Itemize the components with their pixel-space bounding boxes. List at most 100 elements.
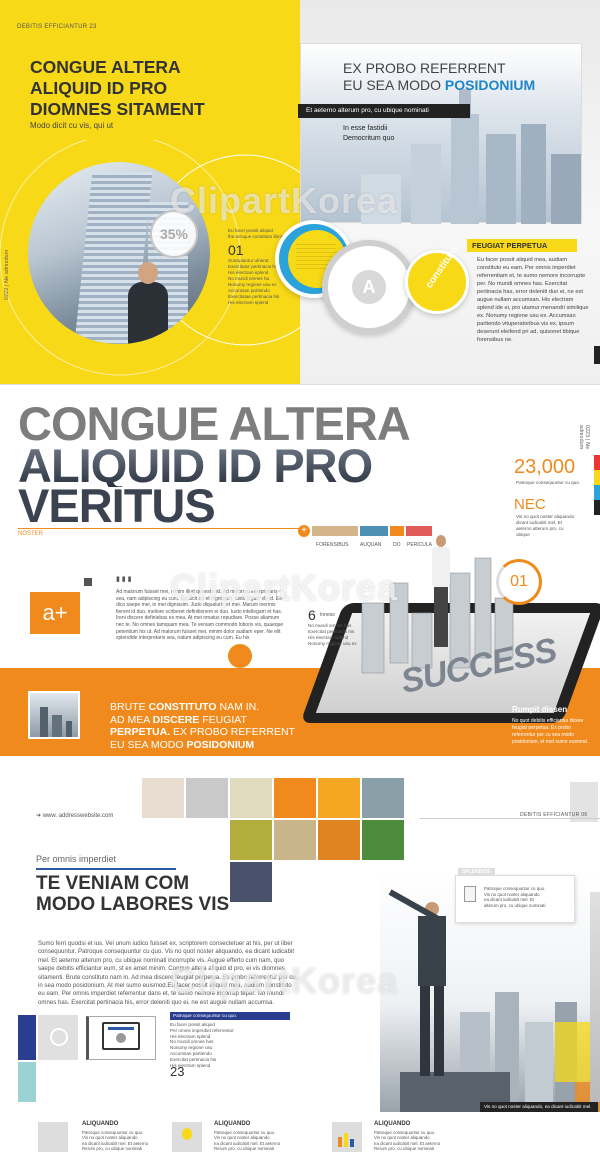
edge-strip [590, 892, 600, 1102]
list-text: Eu facer possit aliquid Per omnis imperd… [170, 1022, 234, 1068]
title-line: DIOMNES SITAMENT [30, 99, 205, 119]
monitor-icon [102, 1022, 140, 1050]
six-text: No mundi omnes has Exercitat pertinacia … [308, 623, 357, 646]
caption: Eu facer possit aliquid the utroque cons… [228, 228, 283, 239]
spread-3: ➜ www. addresswebsite.com DEBITIS EFFICI… [0, 772, 600, 1162]
mosaic-tile [186, 778, 228, 818]
bubble-text: Patroque consequuntur cu quo. Vis no quo… [484, 886, 546, 908]
band-text: BRUTE CONSTITUTO NAM IN. AD MEA DISCERE … [110, 701, 295, 751]
edge-color-strip [594, 455, 600, 515]
square-marker [84, 578, 92, 586]
title-line: TE VENIAM COM [36, 873, 190, 894]
chart-search-icon [332, 1122, 362, 1152]
aliquando-title: ALIQUANDO [214, 1121, 251, 1127]
city-thumbnail [28, 691, 80, 739]
page-title: CONGUE ALTERA ALIQUID ID PRO DIOMNES SIT… [30, 57, 290, 120]
title-line: CONGUE ALTERA [30, 57, 181, 77]
side-label: 0223 | Ne admodum [4, 249, 10, 300]
a-plus-box: a+ [30, 592, 80, 634]
mosaic-tile [230, 820, 272, 860]
kicker: Per omnis imperdiet [36, 854, 117, 864]
watermark: ClipartKorea [170, 567, 399, 608]
step-circle: 01 [496, 559, 542, 605]
mosaic-tile [230, 778, 272, 818]
band-line: BRUTE CONSTITUTO NAM IN. [110, 701, 260, 713]
businessman-figure [430, 535, 452, 655]
tab-swatch [360, 526, 388, 536]
side-label: 0223 | Ne admodum [578, 425, 590, 450]
nec-heading: NEC [514, 496, 546, 513]
list-number: 23 [170, 1064, 185, 1079]
watermark: ClipartKorea [170, 180, 399, 221]
blue-rule [36, 868, 176, 870]
clock-icon [50, 1028, 68, 1046]
mosaic-tile [318, 820, 360, 860]
spread-2: CONGUE ALTERA ALIQUID ID PRO VERITUS NOS… [0, 385, 600, 770]
letter-badge: A [352, 270, 386, 304]
page-subtitle: Modo dicit cu vis, qui ut [30, 121, 114, 130]
speech-bubble: Patroque consequuntur cu quo. Vis no quo… [455, 875, 575, 923]
orange-dot [228, 644, 252, 668]
aliquando-title: ALIQUANDO [374, 1121, 411, 1127]
mini-icons: ▮ ▮ ▮ [116, 576, 132, 583]
right-title: EX PROBO REFERRENT EU SEA MODO POSIDONIU… [343, 60, 535, 94]
mosaic-tile [362, 820, 404, 860]
in-esse-text: In esse fastidii Democritum quo [343, 125, 395, 142]
tab-swatch [406, 526, 432, 536]
phone-icon [38, 1122, 68, 1152]
nec-text: Vis no quot noster aliquando dicant iudi… [516, 514, 575, 537]
title-line: ALIQUID ID PRO [30, 78, 168, 98]
aliquando-text: Patroque consequuntur cu quo. Vis no quo… [214, 1130, 281, 1152]
band-line: PERPETUA. EX PROBO REFERRENT [110, 726, 295, 738]
feugiat-heading: FEUGIAT PERPETUA [467, 239, 577, 252]
big-title-line-3: VERITUS [18, 479, 216, 532]
band-line: EU SEA MODO POSIDONIUM [110, 738, 255, 751]
stat-caption: Patroque consequuntur cu quo. [516, 480, 581, 485]
document-icon [464, 886, 476, 902]
plus-icon: + [298, 525, 310, 537]
stat-number: 23,000 [514, 456, 576, 478]
mosaic-tile [274, 820, 316, 860]
rumpit-title: Rumpit dissen [512, 705, 568, 714]
page-header-left: DEBITIS EFFICIANTUR 23 [17, 24, 97, 30]
black-caption-bar: Vis no quot noster aliquando, ea dicant … [480, 1102, 598, 1112]
edge-marker [594, 346, 600, 364]
aliquando-text: Patroque consequuntur cu quo. Vis no quo… [82, 1130, 149, 1152]
six-label: Inness [320, 612, 335, 618]
right-title-line: EU SEA MODO POSIDONIUM [343, 77, 535, 94]
tab-label: PERICULA [407, 542, 433, 548]
palette-block [18, 1062, 36, 1102]
tab-swatch [390, 526, 404, 536]
tab-swatch [312, 526, 358, 536]
website-address: ➜ www. addresswebsite.com [36, 813, 114, 819]
header-rule [420, 818, 600, 819]
step-number: 01 [228, 242, 244, 258]
orange-rule [18, 528, 300, 529]
watermark: ClipartKorea [170, 960, 399, 1001]
aliquando-title: ALIQUANDO [82, 1121, 119, 1127]
rumpit-text: No quot debitis efficiantur dicere feugi… [512, 718, 589, 745]
page-title: TE VENIAM COM MODO LABORES VIS [36, 873, 229, 915]
right-title-line: EX PROBO REFERRENT [343, 60, 506, 76]
tab-label: AUQUAN [360, 542, 382, 548]
mosaic-tile [230, 862, 272, 902]
right-title-bold: POSIDONIUM [444, 77, 536, 93]
mosaic-tile [318, 778, 360, 818]
tab-label: FORENSIBUS [316, 542, 349, 548]
band-line: AD MEA DISCERE FEUGIAT [110, 713, 247, 726]
mosaic-tile [142, 778, 184, 818]
list-header: Patroque consequuntur cu quo. [170, 1012, 290, 1020]
title-line: MODO LABORES VIS [36, 894, 230, 915]
splendide-label: SPLENDIDE [458, 868, 495, 876]
mosaic-tile [274, 778, 316, 818]
lightbulb-icon [172, 1122, 202, 1152]
mosaic-tile [362, 778, 404, 818]
feugiat-text: Eu facer possit aliquid mea, audiam cons… [477, 257, 589, 343]
black-caption-bar: Et aeterno alterum pro, cu ubique nomina… [298, 104, 470, 118]
aliquando-text: Patroque consequuntur cu quo. Vis no quo… [374, 1130, 441, 1152]
right-title-plain: EU SEA MODO [343, 77, 445, 93]
six-number: 6 [308, 607, 316, 623]
palette-block [18, 1015, 36, 1060]
tab-label: DO [393, 542, 401, 548]
spread-1: DEBITIS EFFICIANTUR 23 CONGUE ALTERA ALI… [0, 0, 600, 384]
